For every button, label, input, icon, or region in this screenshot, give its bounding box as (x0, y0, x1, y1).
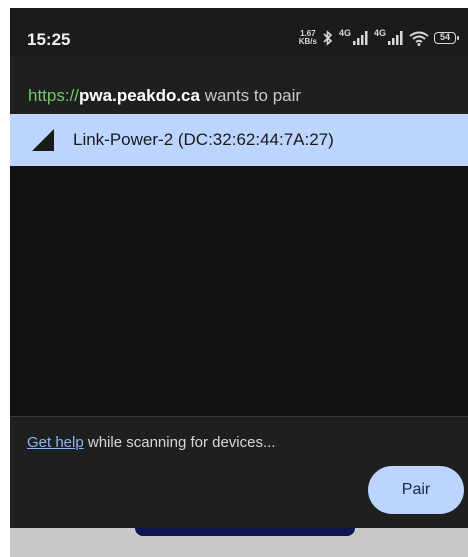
device-list-item[interactable]: Link-Power-2 (DC:32:62:44:7A:27) (10, 114, 468, 166)
status-bar: 15:25 1.67 KB/s 4G 4G 54 (10, 8, 468, 56)
status-time: 15:25 (27, 30, 71, 49)
origin-suffix: wants to pair (199, 86, 302, 105)
wifi-icon (409, 31, 429, 46)
network-speed: 1.67 KB/s (299, 30, 317, 46)
divider (10, 416, 468, 417)
signal-strength-icon (32, 129, 54, 151)
bluetooth-icon (323, 30, 333, 46)
origin-host: pwa.peakdo.ca (79, 86, 200, 105)
status-icons: 1.67 KB/s 4G 4G 54 (299, 28, 459, 46)
sim2-network-type: 4G (373, 28, 386, 38)
pair-button[interactable]: Pair (368, 466, 464, 514)
sim1-network-type: 4G (338, 28, 351, 38)
battery-icon: 54 (434, 32, 459, 44)
cellular-signal-icon (352, 31, 368, 45)
get-help-link[interactable]: Get help (27, 434, 84, 451)
origin-scheme: https:// (28, 86, 80, 105)
device-name: Link-Power-2 (DC:32:62:44:7A:27) (73, 130, 334, 149)
device-list: Link-Power-2 (DC:32:62:44:7A:27) (10, 114, 468, 416)
bottom-strip (10, 528, 468, 557)
help-text: Get help while scanning for devices... (27, 434, 275, 451)
network-speed-unit: KB/s (298, 37, 317, 46)
help-description: while scanning for devices... (83, 434, 276, 451)
cellular-signal-icon-2 (388, 31, 403, 45)
phone-screen: 15:25 1.67 KB/s 4G 4G 54 https://pwa.pea… (10, 8, 468, 557)
pairing-origin-text: https://pwa.peakdo.ca wants to pair (28, 86, 301, 106)
navigation-handle[interactable] (135, 528, 355, 536)
